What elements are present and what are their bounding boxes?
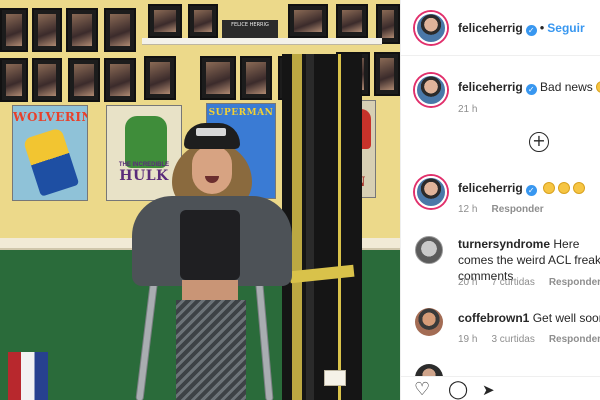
comment-text-line: feliceherrig ✓ [458,180,600,196]
smiling-face-emoji [573,182,586,194]
comment-username[interactable]: coffebrown1 [458,311,529,325]
caption-username[interactable]: feliceherrig [458,80,523,94]
placard-text: FELICE HERRIG [231,22,269,28]
reply-button[interactable]: Responder [491,204,543,215]
caption-text: Bad news [540,80,593,94]
separator-dot: • [539,20,545,35]
tank-top [180,210,240,280]
comment-likes[interactable]: 7 curtidas [491,277,534,288]
comment-time: 20 h [458,277,478,288]
framed-photo [104,58,136,102]
header-line: feliceherrig ✓ • Seguir [458,20,585,36]
framed-photo [200,56,236,100]
framed-photo [374,52,400,96]
author-avatar[interactable] [415,12,447,44]
load-more-comments-icon[interactable]: + [529,132,549,152]
comment-time: 19 h [458,334,478,345]
framed-photo [32,58,62,102]
caption-meta: 21 h [458,104,491,115]
framed-photo [68,58,100,102]
smiling-face-emoji [543,182,556,194]
comment-text-line: coffebrown1 Get well soon sweetie [458,310,600,326]
framed-photo [0,58,28,102]
caption-time: 21 h [458,104,478,115]
comment-meta: 20 h 7 curtidas Responder [458,277,600,288]
worried-face-emoji [595,81,600,93]
follow-button[interactable]: Seguir [547,21,584,35]
comment-meta: 12 h Responder [458,204,558,215]
post-caption: feliceherrig ✓ Bad news 21 h [401,70,600,120]
verified-badge-icon: ✓ [525,185,537,196]
comment-item: feliceherrig ✓ 12 h Responder [401,176,600,222]
verified-badge-icon: ✓ [525,25,537,36]
comment-avatar[interactable] [415,236,443,264]
leggings [176,300,246,400]
caption-text-line: feliceherrig ✓ Bad news [458,79,600,95]
poster-title: WOLVERINE [13,110,87,124]
framed-photo [66,8,98,52]
post-header: feliceherrig ✓ • Seguir [401,0,600,56]
comment-text: Get well soon sweetie [532,311,600,325]
poster-title: SUPERMAN [208,108,274,118]
framed-photo [144,56,176,100]
comment-item: coffebrown1 Get well soon sweetie 19 h 3 … [401,306,600,352]
reply-button[interactable]: Responder [549,277,600,288]
comment-time: 12 h [458,204,478,215]
comment-avatar[interactable] [415,308,443,336]
person-on-crutches [110,120,310,400]
framed-photo [104,8,136,52]
framed-photo [288,4,328,38]
wolverine-poster: WOLVERINE [12,105,88,201]
poster-figure [22,127,80,197]
comment-username[interactable]: feliceherrig [458,181,523,195]
framed-photo [32,8,62,52]
comment-meta: 19 h 3 curtidas Responder [458,334,600,345]
flag-ribbon [8,352,48,400]
like-heart-icon[interactable]: ♡ [414,381,430,399]
comment-item: turnersyndrome Here comes the weird ACL … [401,234,600,294]
wall-outlet [324,370,346,386]
comment-bubble-icon[interactable]: ◯ [448,381,468,399]
reply-button[interactable]: Responder [549,334,600,345]
smiling-face-emoji [558,182,571,194]
author-username[interactable]: feliceherrig [458,21,523,35]
comment-username[interactable]: turnersyndrome [458,237,550,251]
wall-shelf [142,38,382,45]
hat-logo [196,128,226,136]
post-sidebar: feliceherrig ✓ • Seguir feliceherrig ✓ Bad n… [400,0,600,400]
framed-photo [148,4,182,38]
face [192,146,232,194]
midriff [182,280,238,302]
name-placard: FELICE HERRIG [222,20,278,38]
framed-photo [240,56,272,100]
post-action-bar: ♡ ◯ ➤ [401,376,600,400]
beanie-hat [184,123,240,149]
framed-photo [336,4,368,38]
framed-photo [0,8,28,52]
framed-photo [188,4,218,38]
comment-avatar[interactable] [415,176,447,208]
post-video[interactable]: FELICE HERRIG WOLVERINE THE INCREDIBLE H… [0,0,400,400]
verified-badge-icon: ✓ [525,84,537,95]
comment-likes[interactable]: 3 curtidas [491,334,534,345]
share-paper-plane-icon[interactable]: ➤ [482,381,495,399]
caption-avatar[interactable] [415,74,447,106]
